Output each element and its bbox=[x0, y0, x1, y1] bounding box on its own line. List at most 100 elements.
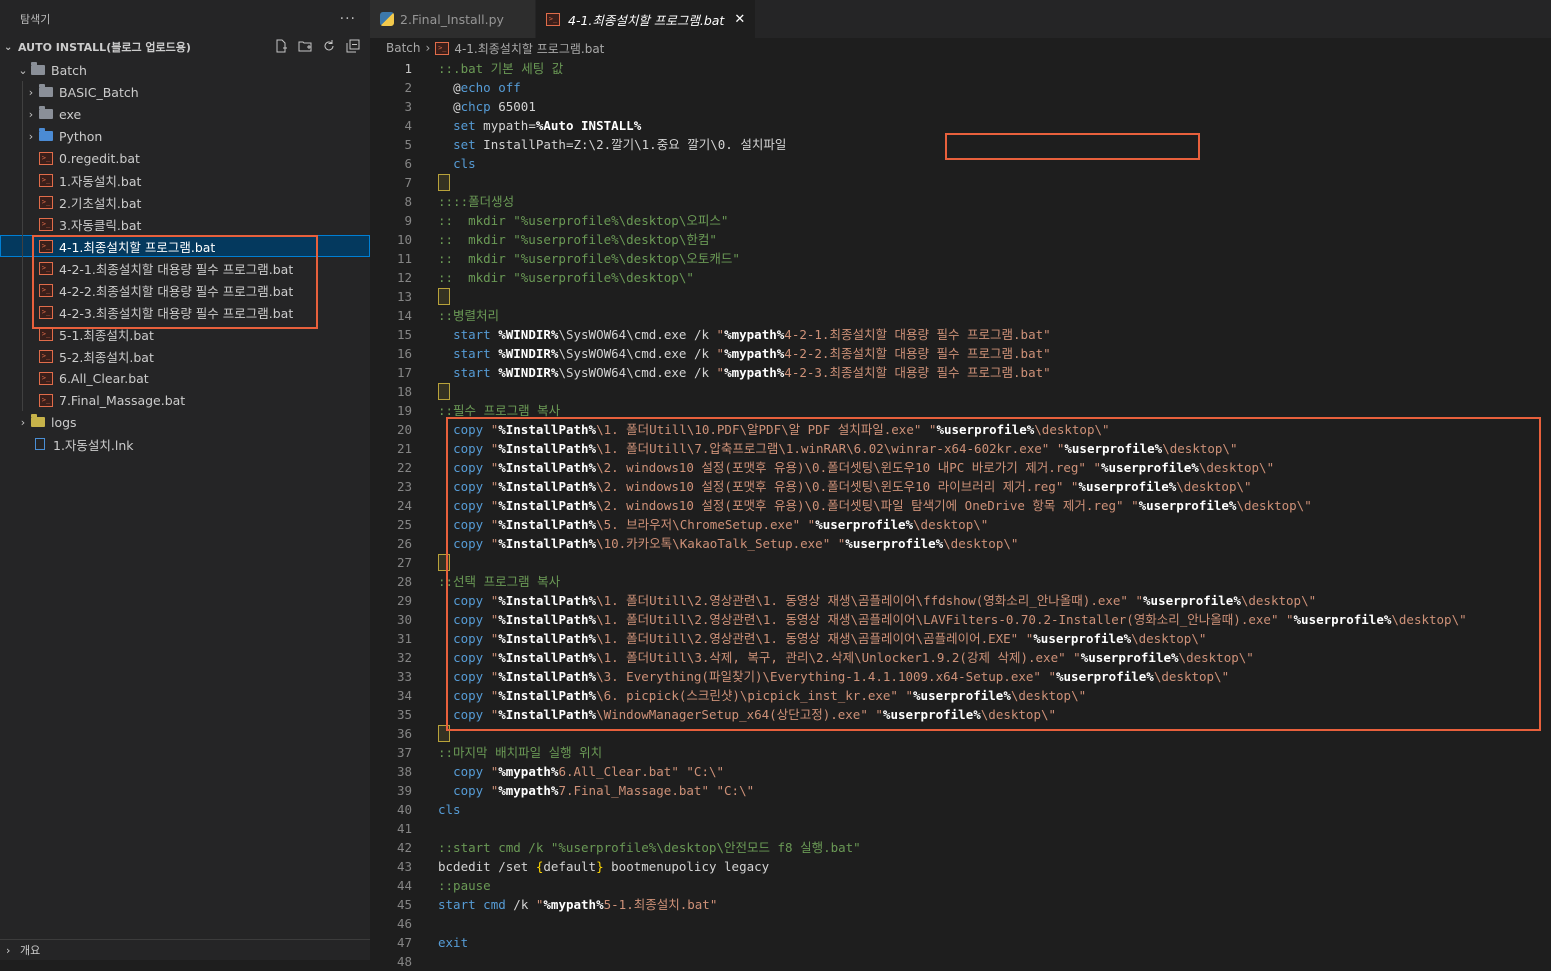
code-line[interactable]: 23 copy "%InstallPath%\2. windows10 설정(포… bbox=[370, 477, 1551, 496]
tab-active-bat[interactable]: >_ 4-1.최종설치할 프로그램.bat ✕ bbox=[536, 0, 757, 38]
code-line[interactable]: 22 copy "%InstallPath%\2. windows10 설정(포… bbox=[370, 458, 1551, 477]
tree-folder-python[interactable]: › Python bbox=[0, 125, 370, 147]
tree-folder-basic-batch[interactable]: › BASIC_Batch bbox=[0, 81, 370, 103]
code-text: :: mkdir "%userprofile%\desktop\오토캐드" bbox=[438, 251, 740, 266]
code-line[interactable]: 36 bbox=[370, 724, 1551, 743]
bat-file-icon: >_ bbox=[38, 349, 54, 363]
line-number: 5 bbox=[404, 137, 412, 152]
chevron-down-icon: ⌄ bbox=[18, 63, 28, 77]
code-line[interactable]: 18 bbox=[370, 382, 1551, 401]
code-line[interactable]: 19::필수 프로그램 복사 bbox=[370, 401, 1551, 420]
code-line[interactable]: 20 copy "%InstallPath%\1. 폴더Utill\10.PDF… bbox=[370, 420, 1551, 439]
code-line[interactable]: 27 bbox=[370, 553, 1551, 572]
code-line[interactable]: 28::선택 프로그램 복사 bbox=[370, 572, 1551, 591]
tree-file[interactable]: >_ 4-2-1.최종설치할 대용량 필수 프로그램.bat bbox=[0, 257, 370, 279]
tree-file[interactable]: >_ 3.자동클릭.bat bbox=[0, 213, 370, 235]
code-line[interactable]: 29 copy "%InstallPath%\1. 폴더Utill\2.영상관련… bbox=[370, 591, 1551, 610]
code-text: start cmd /k "%mypath%5-1.최종설치.bat" bbox=[438, 897, 718, 912]
bat-file-icon: >_ bbox=[38, 173, 54, 187]
code-line[interactable]: 39 copy "%mypath%7.Final_Massage.bat" "C… bbox=[370, 781, 1551, 800]
tree-file-selected[interactable]: >_ 4-1.최종설치할 프로그램.bat bbox=[0, 235, 370, 257]
line-number: 3 bbox=[404, 99, 412, 114]
code-line[interactable]: 42::start cmd /k "%userprofile%\desktop\… bbox=[370, 838, 1551, 857]
code-line[interactable]: 7 bbox=[370, 173, 1551, 192]
code-line[interactable]: 40 cls bbox=[370, 800, 1551, 819]
code-line[interactable]: 33 copy "%InstallPath%\3. Everything(파일찾… bbox=[370, 667, 1551, 686]
code-line[interactable]: 24 copy "%InstallPath%\2. windows10 설정(포… bbox=[370, 496, 1551, 515]
code-line[interactable]: 44::pause bbox=[370, 876, 1551, 895]
code-line[interactable]: 17 start %WINDIR%\SysWOW64\cmd.exe /k "%… bbox=[370, 363, 1551, 382]
code-line[interactable]: 34 copy "%InstallPath%\6. picpick(스크린샷)\… bbox=[370, 686, 1551, 705]
code-line[interactable]: 5 set InstallPath=Z:\2.깔기\1.중요 깔기\0. 설치파… bbox=[370, 135, 1551, 154]
code-line[interactable]: 48 bbox=[370, 952, 1551, 971]
code-line[interactable]: 25 copy "%InstallPath%\5. 브라우저\ChromeSet… bbox=[370, 515, 1551, 534]
code-line[interactable]: 2 @echo off bbox=[370, 78, 1551, 97]
bat-file-icon: >_ bbox=[38, 195, 54, 209]
workspace-root[interactable]: ⌄ AUTO INSTALL(블로그 업로드용) bbox=[0, 37, 370, 57]
tree-item-label: 6.All_Clear.bat bbox=[59, 370, 149, 386]
code-line[interactable]: 35 copy "%InstallPath%\WindowManagerSetu… bbox=[370, 705, 1551, 724]
code-line[interactable]: 37::마지막 배치파일 실행 위치 bbox=[370, 743, 1551, 762]
code-line[interactable]: 14::병렬처리 bbox=[370, 306, 1551, 325]
code-line[interactable]: 6 cls bbox=[370, 154, 1551, 173]
more-actions-icon[interactable]: ··· bbox=[340, 11, 356, 27]
tree-file[interactable]: >_ 4-2-3.최종설치할 대용량 필수 프로그램.bat bbox=[0, 301, 370, 323]
code-line[interactable]: 21 copy "%InstallPath%\1. 폴더Utill\7.압축프로… bbox=[370, 439, 1551, 458]
tab-final-install-py[interactable]: 2.Final_Install.py bbox=[370, 0, 536, 38]
code-line[interactable]: 38 copy "%mypath%6.All_Clear.bat" "C:\" bbox=[370, 762, 1551, 781]
code-line[interactable]: 3 @chcp 65001 bbox=[370, 97, 1551, 116]
refresh-icon[interactable] bbox=[320, 37, 338, 55]
collapse-all-icon[interactable] bbox=[344, 37, 362, 55]
tree-file[interactable]: >_ 1.자동설치.bat bbox=[0, 169, 370, 191]
breadcrumb-file[interactable]: 4-1.최종설치할 프로그램.bat bbox=[454, 40, 604, 57]
code-line[interactable]: 12:: mkdir "%userprofile%\desktop\" bbox=[370, 268, 1551, 287]
code-text: copy "%InstallPath%\2. windows10 설정(포맷후 … bbox=[453, 479, 1252, 494]
code-line[interactable]: 45 start cmd /k "%mypath%5-1.최종설치.bat" bbox=[370, 895, 1551, 914]
code-line[interactable]: 41 bbox=[370, 819, 1551, 838]
code-editor[interactable]: 1::.bat 기본 세팅 값2 @echo off 3 @chcp 65001 4… bbox=[370, 59, 1551, 969]
code-line[interactable]: 30 copy "%InstallPath%\1. 폴더Utill\2.영상관련… bbox=[370, 610, 1551, 629]
code-line[interactable]: 8::::폴더생성 bbox=[370, 192, 1551, 211]
code-line[interactable]: 46 bbox=[370, 914, 1551, 933]
code-line[interactable]: 26 copy "%InstallPath%\10.카카오톡\KakaoTalk… bbox=[370, 534, 1551, 553]
code-line[interactable]: 47 exit bbox=[370, 933, 1551, 952]
tree-file[interactable]: 1.자동설치.lnk bbox=[0, 433, 370, 455]
tab-label: 2.Final_Install.py bbox=[400, 11, 504, 27]
tree-file[interactable]: >_ 5-1.최종설치.bat bbox=[0, 323, 370, 345]
code-line[interactable]: 4 set mypath=%Auto INSTALL% bbox=[370, 116, 1551, 135]
breadcrumb-folder[interactable]: Batch bbox=[386, 41, 421, 55]
chevron-right-icon: › bbox=[28, 85, 34, 99]
code-line[interactable]: 11:: mkdir "%userprofile%\desktop\오토캐드" bbox=[370, 249, 1551, 268]
code-line[interactable]: 9:: mkdir "%userprofile%\desktop\오피스" bbox=[370, 211, 1551, 230]
line-number: 19 bbox=[396, 403, 412, 418]
bat-file-icon: >_ bbox=[38, 261, 54, 275]
code-line[interactable]: 13 bbox=[370, 287, 1551, 306]
code-line[interactable]: 43 bcdedit /set {default} bootmenupolicy … bbox=[370, 857, 1551, 876]
code-line[interactable]: 32 copy "%InstallPath%\1. 폴더Utill\3.삭제, … bbox=[370, 648, 1551, 667]
code-line[interactable]: 31 copy "%InstallPath%\1. 폴더Utill\2.영상관련… bbox=[370, 629, 1551, 648]
code-text: ::마지막 배치파일 실행 위치 bbox=[438, 745, 603, 760]
tree-file[interactable]: >_ 0.regedit.bat bbox=[0, 147, 370, 169]
line-number: 47 bbox=[396, 935, 412, 950]
tree-file[interactable]: >_ 7.Final_Massage.bat bbox=[0, 389, 370, 411]
tree-folder-logs[interactable]: › logs bbox=[0, 411, 370, 433]
line-number: 36 bbox=[396, 726, 412, 741]
new-folder-icon[interactable] bbox=[296, 37, 314, 55]
tree-folder-batch[interactable]: ⌄ Batch bbox=[0, 59, 370, 81]
close-icon[interactable]: ✕ bbox=[734, 12, 745, 27]
code-text: cls bbox=[453, 156, 476, 171]
code-line[interactable]: 1::.bat 기본 세팅 값 bbox=[370, 59, 1551, 78]
tree-folder-exe[interactable]: › exe bbox=[0, 103, 370, 125]
tree-file[interactable]: >_ 2.기초설치.bat bbox=[0, 191, 370, 213]
code-line[interactable]: 15 start %WINDIR%\SysWOW64\cmd.exe /k "%… bbox=[370, 325, 1551, 344]
code-text: copy "%InstallPath%\5. 브라우저\ChromeSetup.… bbox=[453, 517, 989, 532]
tree-item-label: BASIC_Batch bbox=[59, 84, 139, 100]
tree-file[interactable]: >_ 4-2-2.최종설치할 대용량 필수 프로그램.bat bbox=[0, 279, 370, 301]
outline-section[interactable]: › 개요 bbox=[0, 939, 370, 960]
new-file-icon[interactable] bbox=[272, 37, 290, 55]
code-line[interactable]: 10:: mkdir "%userprofile%\desktop\한컴" bbox=[370, 230, 1551, 249]
chevron-right-icon: › bbox=[28, 107, 34, 121]
code-line[interactable]: 16 start %WINDIR%\SysWOW64\cmd.exe /k "%… bbox=[370, 344, 1551, 363]
tree-file[interactable]: >_ 5-2.최종설치.bat bbox=[0, 345, 370, 367]
tree-file[interactable]: >_ 6.All_Clear.bat bbox=[0, 367, 370, 389]
